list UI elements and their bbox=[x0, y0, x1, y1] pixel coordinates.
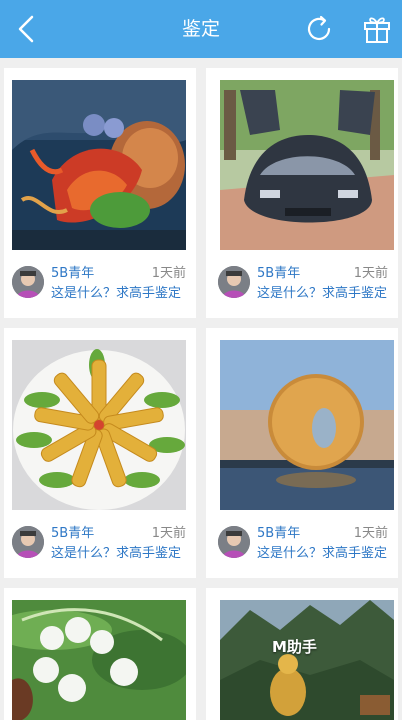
top-bar: 鉴定 bbox=[0, 0, 402, 58]
post-card[interactable]: 5B青年 1天前 这是什么？求高手鉴定 bbox=[4, 68, 196, 318]
username[interactable]: 5B青年 bbox=[51, 522, 94, 541]
post-image-sports-car[interactable] bbox=[220, 80, 394, 250]
page-title: 鉴定 bbox=[181, 18, 220, 40]
post-image-lily-of-the-valley[interactable] bbox=[12, 600, 186, 720]
post-card[interactable] bbox=[4, 588, 196, 720]
avatar[interactable] bbox=[218, 526, 250, 558]
post-image-mantis-shrimp[interactable] bbox=[12, 80, 186, 250]
post-question[interactable]: 这是什么？求高手鉴定 bbox=[51, 542, 181, 561]
watermark-text: M助手 bbox=[272, 638, 317, 656]
username[interactable]: 5B青年 bbox=[51, 262, 94, 281]
post-image-ring-building[interactable] bbox=[220, 340, 394, 510]
username[interactable]: 5B青年 bbox=[257, 522, 300, 541]
post-question[interactable]: 这是什么？求高手鉴定 bbox=[257, 542, 387, 561]
post-meta: 5B青年 1天前 这是什么？求高手鉴定 bbox=[4, 520, 196, 572]
username[interactable]: 5B青年 bbox=[257, 262, 300, 281]
post-meta: 5B青年 1天前 这是什么？求高手鉴定 bbox=[4, 260, 196, 312]
post-question[interactable]: 这是什么？求高手鉴定 bbox=[51, 282, 181, 301]
post-card[interactable]: 5B青年 1天前 这是什么？求高手鉴定 bbox=[206, 68, 398, 318]
avatar[interactable] bbox=[218, 266, 250, 298]
post-meta: 5B青年 1天前 这是什么？求高手鉴定 bbox=[206, 520, 398, 572]
avatar[interactable] bbox=[12, 526, 44, 558]
post-time: 1天前 bbox=[353, 526, 388, 541]
post-card[interactable]: 5B青年 1天前 这是什么？求高手鉴定 bbox=[4, 328, 196, 578]
post-time: 1天前 bbox=[151, 526, 186, 541]
post-time: 1天前 bbox=[151, 266, 186, 281]
post-card[interactable]: 5B青年 1天前 这是什么？求高手鉴定 bbox=[206, 328, 398, 578]
post-image-vegetable-platter[interactable] bbox=[12, 340, 186, 510]
avatar[interactable] bbox=[12, 266, 44, 298]
gift-icon[interactable] bbox=[360, 12, 394, 46]
post-image-golden-statue[interactable] bbox=[220, 600, 394, 720]
post-time: 1天前 bbox=[353, 266, 388, 281]
refresh-icon[interactable] bbox=[302, 12, 336, 46]
post-question[interactable]: 这是什么？求高手鉴定 bbox=[257, 282, 387, 301]
post-meta: 5B青年 1天前 这是什么？求高手鉴定 bbox=[206, 260, 398, 312]
